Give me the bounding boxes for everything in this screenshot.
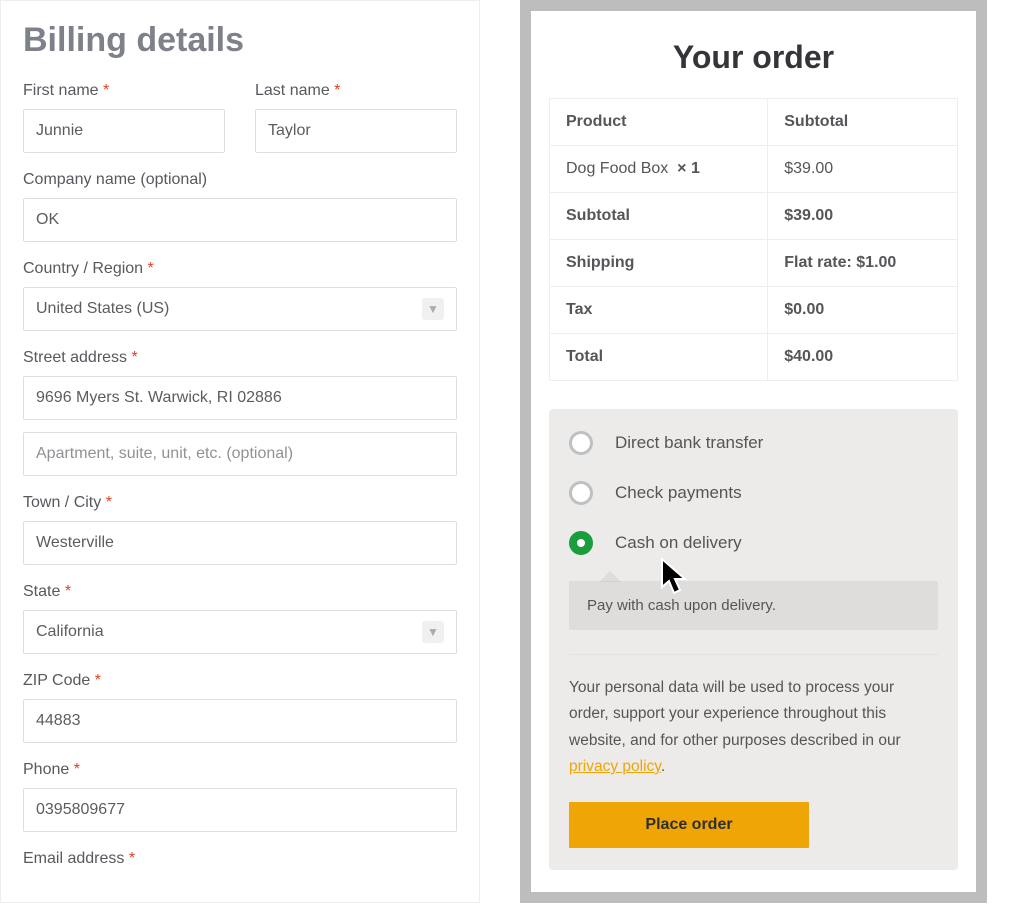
last-name-input[interactable] <box>255 109 457 153</box>
company-label: Company name (optional) <box>23 171 457 189</box>
country-select[interactable]: United States (US) ▼ <box>23 287 457 331</box>
payment-option-label: Check payments <box>615 483 742 503</box>
line-item-price: $39.00 <box>768 146 958 193</box>
privacy-policy-link[interactable]: privacy policy <box>569 758 661 775</box>
payment-option-label: Direct bank transfer <box>615 433 763 453</box>
last-name-label: Last name * <box>255 82 457 100</box>
billing-details-panel: Billing details First name * Last name *… <box>0 0 480 903</box>
country-label: Country / Region * <box>23 260 457 278</box>
country-value: United States (US) <box>36 300 169 318</box>
subtotal-value: $39.00 <box>768 193 958 240</box>
state-label: State * <box>23 583 457 601</box>
email-label: Email address * <box>23 850 457 868</box>
payment-option-bank[interactable]: Direct bank transfer <box>569 431 938 455</box>
payment-description: Pay with cash upon delivery. <box>569 581 938 630</box>
chevron-down-icon: ▼ <box>422 621 444 643</box>
chevron-down-icon: ▼ <box>422 298 444 320</box>
subtotal-label: Subtotal <box>550 193 768 240</box>
radio-unchecked-icon <box>569 431 593 455</box>
subtotal-col-header: Subtotal <box>768 99 958 146</box>
order-table: Product Subtotal Dog Food Box × 1 $39.00… <box>549 98 958 381</box>
total-label: Total <box>550 334 768 381</box>
order-summary-panel: Your order Product Subtotal Dog Food Box… <box>531 11 976 892</box>
radio-checked-icon <box>569 531 593 555</box>
payment-option-label: Cash on delivery <box>615 533 742 553</box>
product-col-header: Product <box>550 99 768 146</box>
payment-option-check[interactable]: Check payments <box>569 481 938 505</box>
order-heading: Your order <box>549 39 958 76</box>
total-value: $40.00 <box>768 334 958 381</box>
shipping-label: Shipping <box>550 240 768 287</box>
first-name-input[interactable] <box>23 109 225 153</box>
zip-label: ZIP Code * <box>23 672 457 690</box>
street2-input[interactable] <box>23 432 457 476</box>
state-select[interactable]: California ▼ <box>23 610 457 654</box>
street1-input[interactable] <box>23 376 457 420</box>
place-order-button[interactable]: Place order <box>569 802 809 848</box>
order-summary-frame: Your order Product Subtotal Dog Food Box… <box>520 0 987 903</box>
zip-input[interactable] <box>23 699 457 743</box>
city-label: Town / City * <box>23 494 457 512</box>
street-label: Street address * <box>23 349 457 367</box>
radio-unchecked-icon <box>569 481 593 505</box>
tax-value: $0.00 <box>768 287 958 334</box>
shipping-value: Flat rate: $1.00 <box>768 240 958 287</box>
first-name-label: First name * <box>23 82 225 100</box>
tax-label: Tax <box>550 287 768 334</box>
phone-input[interactable] <box>23 788 457 832</box>
billing-heading: Billing details <box>23 21 457 60</box>
privacy-notice: Your personal data will be used to proce… <box>569 675 938 780</box>
company-input[interactable] <box>23 198 457 242</box>
divider <box>569 654 938 655</box>
payment-option-cod[interactable]: Cash on delivery <box>569 531 938 555</box>
line-item-name: Dog Food Box × 1 <box>550 146 768 193</box>
payment-methods-box: Direct bank transfer Check payments Cash… <box>549 409 958 870</box>
state-value: California <box>36 623 104 641</box>
phone-label: Phone * <box>23 761 457 779</box>
city-input[interactable] <box>23 521 457 565</box>
